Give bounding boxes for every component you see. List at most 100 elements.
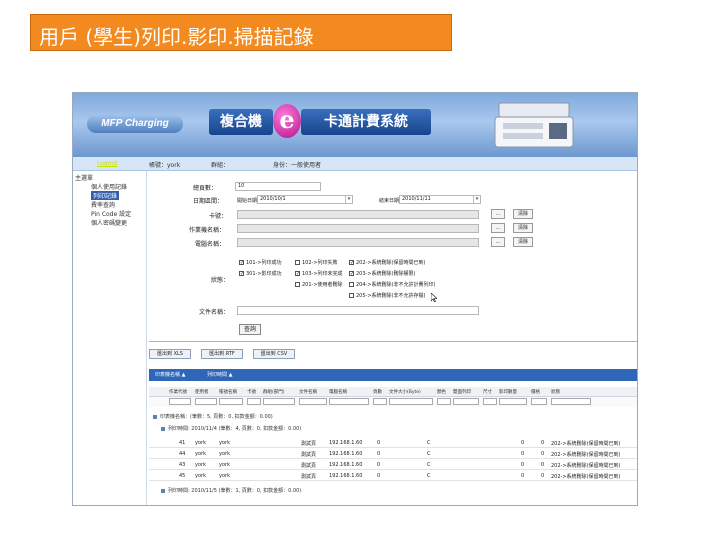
checkbox-icon (295, 282, 300, 287)
sidebar-item-password[interactable]: 個人密碼變更 (91, 218, 127, 227)
column-header[interactable]: 尺寸 (483, 389, 492, 395)
filter-input[interactable] (453, 398, 479, 405)
doc-name-input[interactable] (237, 306, 479, 315)
cell-copies: 0 (521, 473, 525, 479)
table-row[interactable]: 41 york york 測試頁 192.168.1.60 0 C 0 0 20… (149, 437, 637, 448)
filter-input[interactable] (329, 398, 369, 405)
column-header[interactable]: 顏色 (437, 389, 446, 395)
date-group-row[interactable]: 列印時間: 2010/11/4 (筆數：4, 頁數：0, 扣款金額：0.00) (161, 425, 301, 432)
cell-color: C (427, 451, 431, 457)
device-clear-button[interactable]: 清除 (513, 223, 533, 233)
status-checkbox[interactable]: 204->系統刪除(非不允許計費列印) (349, 281, 435, 288)
column-header[interactable]: 電腦名稱 (329, 389, 347, 395)
filter-input[interactable] (437, 398, 451, 405)
filter-input[interactable] (299, 398, 327, 405)
sidebar: 主選單 個人使用記錄 列印記錄 費率查詢 Pin Code 設定 個人密碼變更 (73, 171, 147, 505)
column-header[interactable]: 使用者 (195, 389, 209, 395)
filter-input[interactable] (373, 398, 387, 405)
mouse-cursor-icon (431, 293, 437, 302)
status-checkbox[interactable]: 205->系統刪除(非不允許存檔) (349, 292, 425, 299)
cell-pc: 192.168.1.60 (329, 473, 363, 479)
export-csv-button[interactable]: 匯出到 CSV (253, 349, 295, 359)
filter-row (149, 397, 637, 407)
logout-link[interactable]: Logout (97, 160, 118, 167)
cell-status: 202->系統刪除(保留時間已到) (551, 463, 621, 469)
cell-pages: 0 (377, 440, 381, 446)
sidebar-item-rates[interactable]: 費率查詢 (91, 200, 115, 209)
card-input[interactable] (237, 210, 479, 219)
end-date-select[interactable]: 2010/11/11 ▾ (399, 195, 481, 204)
sidebar-root-menu[interactable]: 主選單 (75, 173, 93, 182)
column-header[interactable]: 文件名稱 (299, 389, 317, 395)
cell-id: 43 (179, 462, 186, 468)
query-button[interactable]: 查詢 (239, 324, 261, 335)
date-range-label: 日期區間： (193, 198, 224, 205)
table-row[interactable]: 45 york york 測試頁 192.168.1.60 0 C 0 0 20… (149, 470, 637, 481)
cell-copies: 0 (521, 440, 525, 446)
device-label: 作業機名稱： (189, 227, 226, 234)
filter-input[interactable] (219, 398, 243, 405)
column-header[interactable]: 頁數 (373, 389, 382, 395)
column-header[interactable]: 卡號 (247, 389, 256, 395)
cell-account: york (219, 451, 230, 457)
status-checkbox[interactable]: 201->使用者刪除 (295, 281, 343, 288)
grid-group-bar: 印表機名稱 ▲ 列印時間 ▲ (149, 369, 637, 381)
doc-name-label: 文件名稱： (199, 309, 230, 316)
checkbox-icon (349, 293, 354, 298)
status-checkbox[interactable]: ✓ 301->影印成功 (239, 270, 282, 277)
column-header[interactable]: 價格 (531, 389, 540, 395)
brand-right-text: 卡通計費系統 (301, 109, 431, 135)
export-xls-button[interactable]: 匯出到 XLS (149, 349, 191, 359)
filter-input[interactable] (531, 398, 547, 405)
cell-doc: 測試頁 (301, 474, 317, 480)
status-checkbox[interactable]: ✓ 203->系統刪除(刪除權限) (349, 270, 415, 277)
cell-status: 202->系統刪除(保留時間已到) (551, 441, 621, 447)
device-browse-button[interactable]: ... (491, 223, 505, 233)
column-header[interactable]: 作業代號 (169, 389, 187, 395)
group-summary: 列印時間: 2010/11/5 (筆數：1, 頁數：0, 扣款金額：0.00) (168, 488, 302, 494)
table-row[interactable]: 44 york york 測試頁 192.168.1.60 0 C 0 0 20… (149, 448, 637, 459)
filter-input[interactable] (551, 398, 591, 405)
card-browse-button[interactable]: ... (491, 209, 505, 219)
date-group-row[interactable]: 列印時間: 2010/11/5 (筆數：1, 頁數：0, 扣款金額：0.00) (161, 487, 301, 494)
sidebar-item-usage[interactable]: 個人使用記錄 (91, 182, 127, 191)
pc-input[interactable] (237, 238, 479, 247)
column-header[interactable]: 雙面列印 (453, 389, 471, 395)
sidebar-item-pincode[interactable]: Pin Code 設定 (91, 209, 131, 218)
cell-color: C (427, 462, 431, 468)
column-header[interactable]: 狀態 (551, 389, 560, 395)
filter-input[interactable] (195, 398, 217, 405)
cell-doc: 測試頁 (301, 441, 317, 447)
checkbox-icon (349, 282, 354, 287)
cell-doc: 測試頁 (301, 452, 317, 458)
filter-input[interactable] (247, 398, 261, 405)
table-row[interactable]: 43 york york 測試頁 192.168.1.60 0 C 0 0 20… (149, 459, 637, 470)
status-checkbox[interactable]: 102->列印失敗 (295, 259, 338, 266)
collapse-icon (161, 488, 165, 493)
column-header[interactable]: 文件大小(Byte) (389, 389, 421, 395)
status-checkbox[interactable]: ✓ 202->系統刪除(保留時間已到) (349, 259, 425, 266)
group-summary: 列印時間: 2010/11/4 (筆數：4, 頁數：0, 扣款金額：0.00) (168, 426, 302, 432)
column-header[interactable]: 帳號名稱 (219, 389, 237, 395)
filter-input[interactable] (483, 398, 497, 405)
filter-input[interactable] (499, 398, 527, 405)
filter-input[interactable] (169, 398, 191, 405)
printer-group-row[interactable]: 印表機名稱：(筆數：5, 頁數：0, 扣款金額：0.00) (153, 413, 273, 420)
pc-clear-button[interactable]: 清除 (513, 237, 533, 247)
group-by-printer-chip[interactable]: 印表機名稱 ▲ (155, 371, 185, 378)
sidebar-item-print-records[interactable]: 列印記錄 (91, 191, 120, 200)
status-checkbox[interactable]: ✓ 103->列印未完成 (295, 270, 343, 277)
group-by-time-chip[interactable]: 列印時間 ▲ (207, 371, 232, 378)
card-clear-button[interactable]: 清除 (513, 209, 533, 219)
filter-input[interactable] (389, 398, 433, 405)
filter-input[interactable] (263, 398, 295, 405)
column-header[interactable]: 群組(部門) (263, 389, 285, 395)
pc-browse-button[interactable]: ... (491, 237, 505, 247)
pages-input[interactable]: 10 (235, 182, 321, 191)
status-checkbox[interactable]: ✓ 101->列印成功 (239, 259, 282, 266)
start-date-select[interactable]: 2010/10/1 ▾ (257, 195, 353, 204)
column-header[interactable]: 影印數量 (499, 389, 517, 395)
cell-pages: 0 (377, 462, 381, 468)
device-input[interactable] (237, 224, 479, 233)
export-rtf-button[interactable]: 匯出到 RTF (201, 349, 243, 359)
